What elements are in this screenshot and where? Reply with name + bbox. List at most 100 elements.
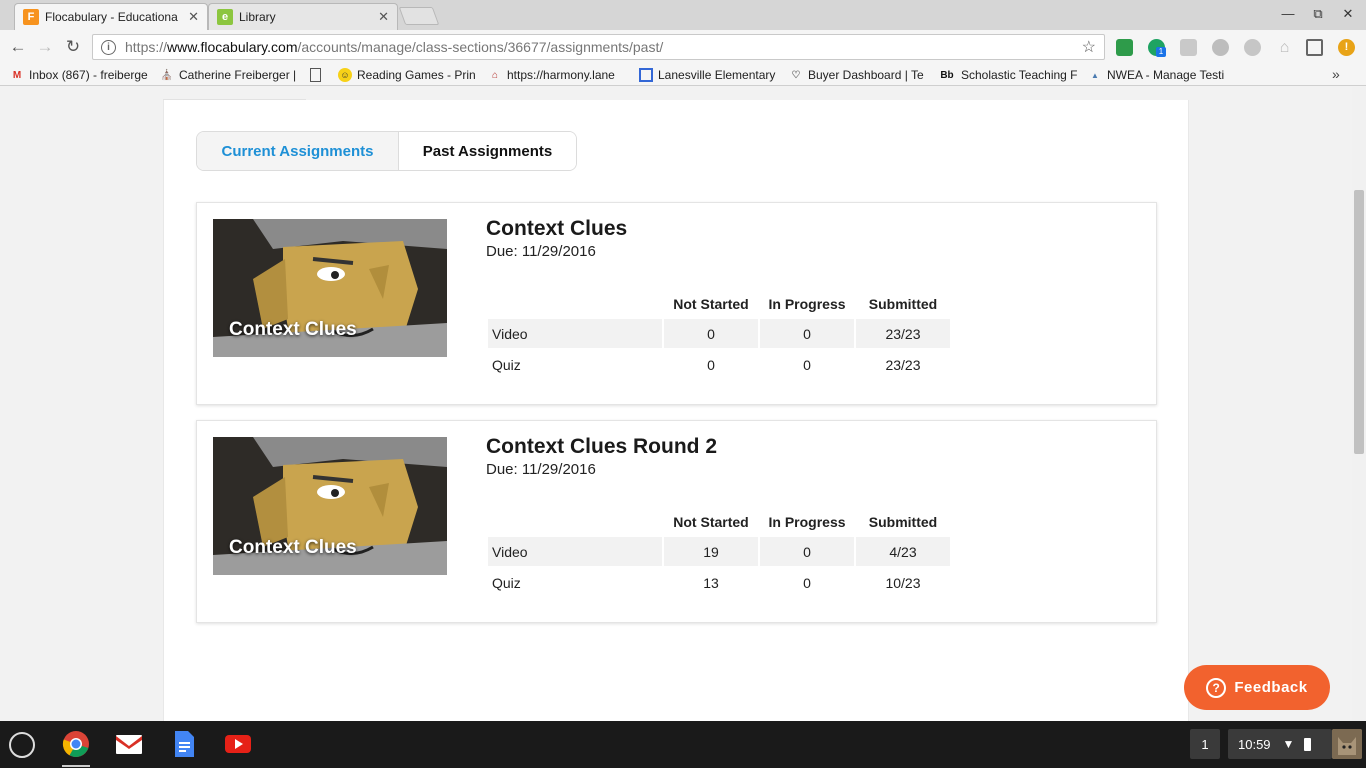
bookmark-buyer-dashboard[interactable]: ♡ Buyer Dashboard | Te: [789, 67, 925, 83]
address-bar[interactable]: i https://www.flocabulary.com/accounts/m…: [92, 34, 1105, 60]
minimize-window-icon[interactable]: —: [1278, 6, 1298, 21]
status-tray[interactable]: 10:59 ▼: [1228, 729, 1332, 759]
launcher-icon[interactable]: [9, 732, 35, 758]
bookmark-harmony[interactable]: ⌂ https://harmony.lane: [488, 67, 626, 83]
close-window-icon[interactable]: ✕: [1338, 6, 1358, 22]
bookmark-star-icon[interactable]: ☆: [1082, 37, 1096, 57]
restore-window-icon[interactable]: ⧉: [1308, 6, 1328, 22]
gmail-icon: M: [12, 69, 22, 81]
close-tab-icon[interactable]: ✕: [188, 9, 199, 25]
table-row: Video 0 0 23/23: [488, 319, 950, 348]
page-scrollbar[interactable]: [1352, 87, 1366, 721]
google-classroom-extension-icon[interactable]: [1116, 39, 1133, 56]
row-label: Quiz: [492, 356, 521, 373]
bookmark-scholastic[interactable]: Bb Scholastic Teaching F: [938, 67, 1078, 83]
reload-icon[interactable]: ↻: [62, 36, 84, 58]
library-favicon-icon: e: [217, 9, 233, 25]
not-started-count: 13: [703, 574, 719, 591]
running-app-indicator: [62, 765, 90, 767]
bookmark-label: Reading Games - Prin: [357, 68, 476, 82]
extension-icon[interactable]: [1244, 39, 1261, 56]
assignment-due-date: Due: 11/29/2016: [486, 461, 596, 478]
close-tab-icon[interactable]: ✕: [378, 9, 389, 25]
wifi-icon: ▼: [1282, 737, 1295, 751]
assignment-tabs: Current Assignments Past Assignments: [196, 131, 577, 171]
page-icon: [310, 68, 321, 82]
back-icon[interactable]: ←: [7, 36, 29, 58]
assignment-thumbnail[interactable]: Context Clues: [213, 219, 447, 357]
nwea-icon: ▲: [1091, 70, 1099, 80]
bookmark-reading-games[interactable]: ☺ Reading Games - Prin: [338, 67, 476, 83]
browser-tab-label: Library: [239, 10, 276, 24]
assignment-due-date: Due: 11/29/2016: [486, 243, 596, 260]
tab-current-assignments[interactable]: Current Assignments: [197, 132, 399, 170]
thumbnail-label: Context Clues: [229, 319, 357, 340]
youtube-icon: [225, 735, 251, 753]
browser-tab-flocabulary[interactable]: F Flocabulary - Educationa ✕: [14, 3, 208, 30]
browser-tab-label: Flocabulary - Educationa: [45, 10, 178, 24]
bookmark-catherine-freiberger[interactable]: ⛪ Catherine Freiberger |: [160, 67, 298, 83]
chrome-app-icon[interactable]: [62, 730, 90, 758]
browser-toolbar: ← → ↻ i https://www.flocabulary.com/acco…: [0, 30, 1366, 64]
in-progress-count: 0: [803, 356, 811, 373]
url-scheme: https://: [125, 39, 168, 55]
column-header-not-started: Not Started: [673, 296, 749, 312]
gmail-icon: [116, 735, 142, 754]
docs-app-icon[interactable]: [170, 730, 198, 758]
assignment-card: Context Clues Context Clues Round 2 Due:…: [196, 420, 1157, 623]
submitted-count: 23/23: [885, 356, 921, 373]
feedback-label: Feedback: [1234, 679, 1308, 696]
browser-tab-library[interactable]: e Library ✕: [208, 3, 398, 30]
table-row: Quiz 0 0 23/23: [488, 350, 950, 379]
clock: 10:59: [1238, 736, 1271, 752]
tab-past-assignments[interactable]: Past Assignments: [399, 132, 576, 170]
house-icon: ⌂: [491, 69, 499, 81]
bookmark-page[interactable]: [310, 67, 330, 83]
feedback-button[interactable]: ? Feedback: [1184, 665, 1330, 710]
assignment-stats-table: Not Started In Progress Submitted Video …: [486, 289, 952, 381]
google-docs-icon: [175, 731, 194, 757]
assignment-card: Context Clues Context Clues Due: 11/29/2…: [196, 202, 1157, 405]
home-icon[interactable]: ⌂: [1276, 39, 1293, 56]
extension-icon[interactable]: [1180, 39, 1197, 56]
question-icon: ?: [1206, 677, 1227, 698]
column-header-submitted: Submitted: [868, 514, 938, 530]
new-tab-button[interactable]: [398, 7, 440, 25]
bookmark-inbox[interactable]: M Inbox (867) - freiberge: [10, 67, 148, 83]
forward-icon[interactable]: →: [34, 36, 56, 58]
submitted-count: 23/23: [856, 319, 950, 348]
column-header-in-progress: In Progress: [768, 296, 846, 312]
chrome-update-alert-icon[interactable]: !: [1338, 39, 1355, 56]
bookmark-label: Catherine Freiberger |: [179, 68, 297, 82]
bookmark-lanesville-elementary[interactable]: Lanesville Elementary: [639, 67, 779, 83]
not-started-count: 0: [707, 356, 715, 373]
column-header-in-progress: In Progress: [768, 514, 846, 530]
assignment-title[interactable]: Context Clues: [486, 217, 627, 241]
table-header-row: Not Started In Progress Submitted: [488, 291, 950, 317]
bb-icon: Bb: [940, 69, 954, 81]
bookmark-label: Inbox (867) - freiberge: [29, 68, 148, 82]
gmail-app-icon[interactable]: [115, 730, 143, 758]
row-label: Video: [488, 537, 662, 566]
school-icon: ⛪: [160, 69, 174, 81]
cat-avatar-icon: [1332, 729, 1362, 759]
bookmark-nwea[interactable]: ▲ NWEA - Manage Testi: [1088, 67, 1226, 83]
user-avatar[interactable]: [1332, 729, 1362, 759]
puzzle-extension-icon[interactable]: [1212, 39, 1229, 56]
bookmark-label: https://harmony.lane: [507, 68, 615, 82]
site-info-icon[interactable]: i: [101, 39, 116, 55]
scrollbar-thumb[interactable]: [1354, 190, 1364, 454]
assignment-thumbnail[interactable]: Context Clues: [213, 437, 447, 575]
column-header-submitted: Submitted: [868, 296, 938, 312]
assignment-title[interactable]: Context Clues Round 2: [486, 435, 717, 459]
bookmark-label: Scholastic Teaching F: [961, 68, 1078, 82]
url-path: /accounts/manage/class-sections/36677/as…: [297, 39, 664, 55]
chrome-icon: [62, 731, 89, 758]
hangouts-extension-icon[interactable]: 1: [1148, 39, 1166, 57]
youtube-app-icon[interactable]: [224, 730, 252, 758]
more-bookmarks-icon[interactable]: »: [1332, 66, 1340, 82]
cast-icon[interactable]: [1306, 39, 1323, 56]
window-count-badge[interactable]: 1: [1190, 729, 1220, 759]
battery-icon: [1304, 737, 1312, 751]
table-header-row: Not Started In Progress Submitted: [488, 509, 950, 535]
